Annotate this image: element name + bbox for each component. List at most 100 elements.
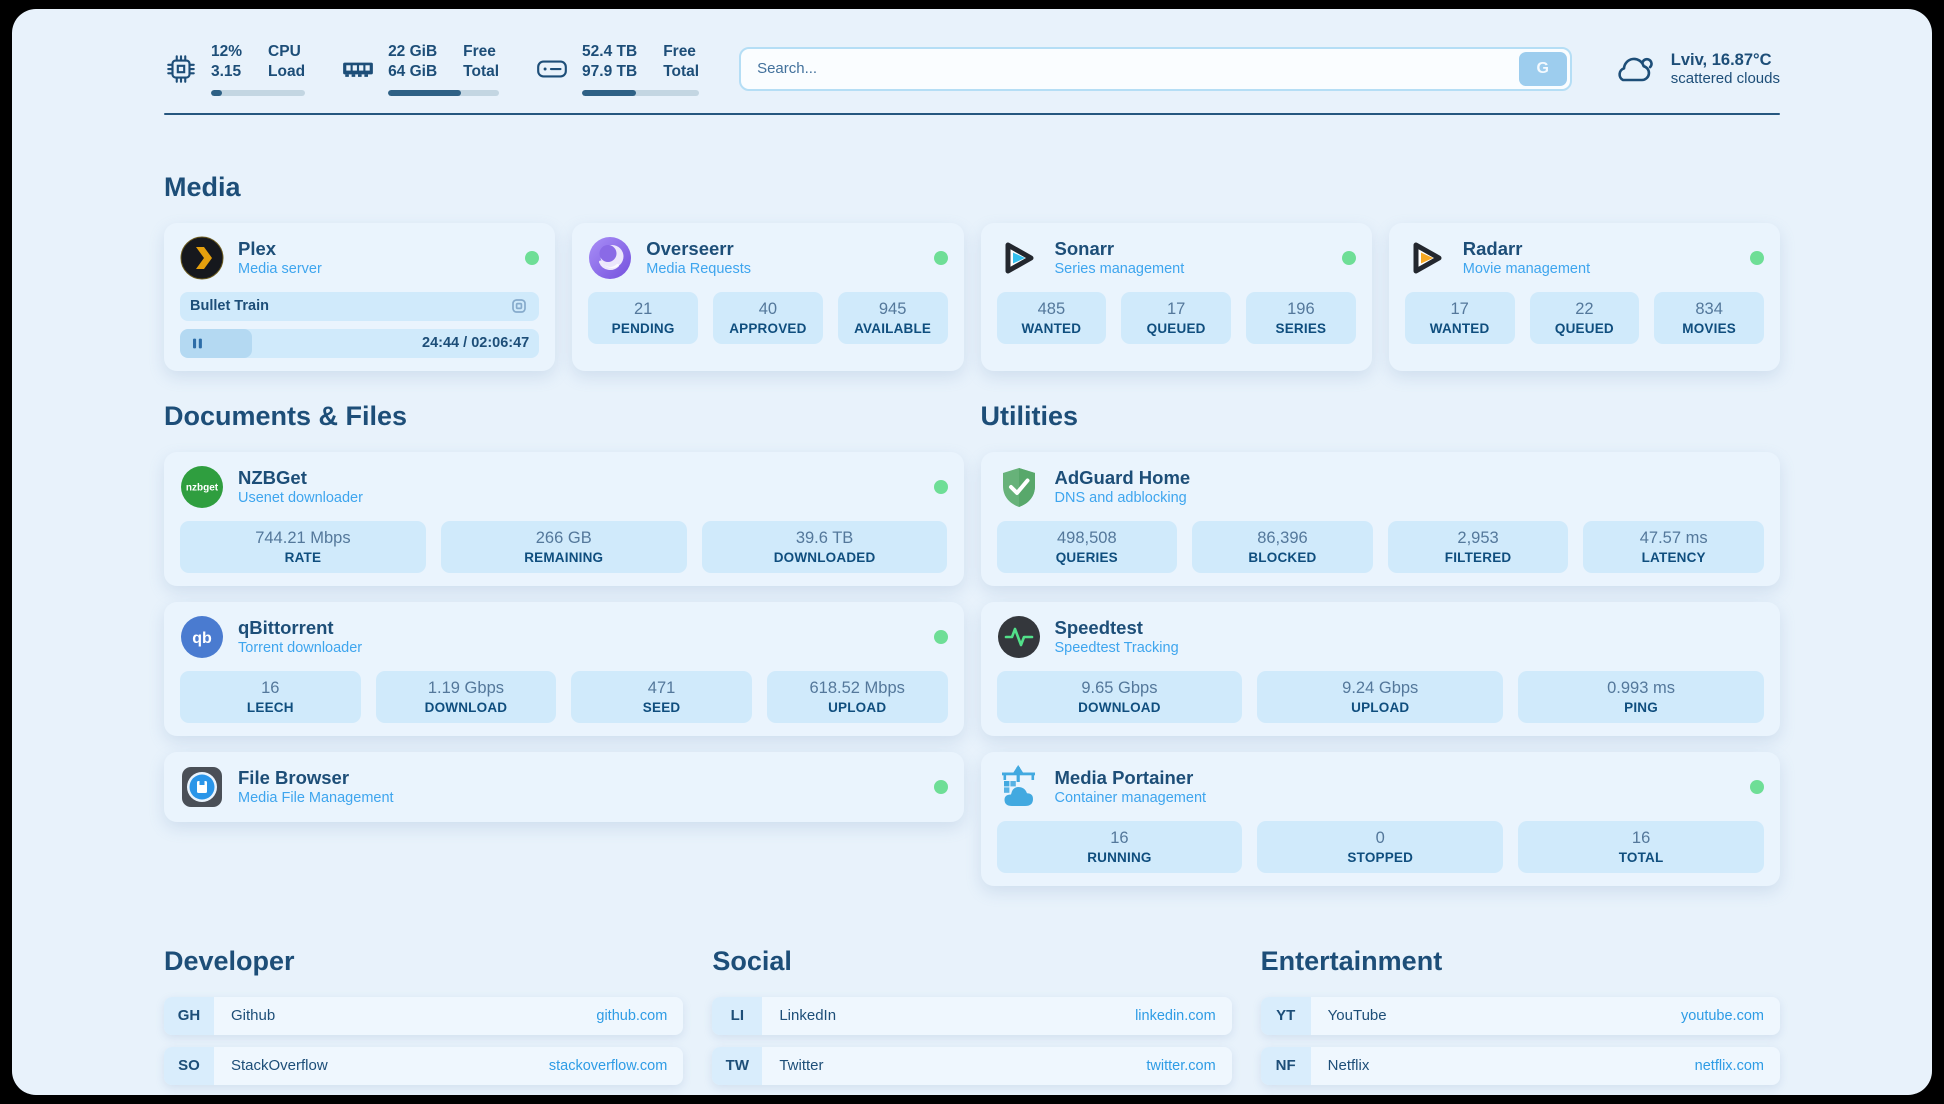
stat-queued: 22 QUEUED [1530, 292, 1640, 344]
stat-total: 16 TOTAL [1518, 821, 1764, 873]
media-grid: Plex Media server Bullet Train 24:44 [164, 223, 1780, 371]
app-card-qbittorrent[interactable]: qb qBittorrent Torrent downloader 16 LEE… [164, 602, 964, 736]
app-name: Plex [238, 237, 322, 260]
stat-value: 744.21 Mbps [255, 529, 350, 548]
app-description: Torrent downloader [238, 639, 362, 659]
utilities-column: AdGuard Home DNS and adblocking 498,508 … [981, 452, 1781, 886]
app-card-speedtest[interactable]: Speedtest Speedtest Tracking 9.65 Gbps D… [981, 602, 1781, 736]
stat-movies: 834 MOVIES [1654, 292, 1764, 344]
stat-value: 618.52 Mbps [809, 679, 904, 698]
bookmark-abbr: LI [712, 997, 762, 1035]
pause-icon [190, 336, 205, 351]
cpu-label-2: Load [268, 62, 305, 82]
stat-approved: 40 APPROVED [713, 292, 823, 344]
stat-value: 485 [1038, 300, 1066, 319]
qbittorrent-icon: qb [180, 615, 224, 659]
status-dot [934, 780, 948, 794]
bookmark-twitter[interactable]: TW Twitter twitter.com [712, 1047, 1231, 1085]
stat-value: 196 [1287, 300, 1315, 319]
app-card-filebrowser[interactable]: File Browser Media File Management [164, 752, 964, 822]
stat-filtered: 2,953 FILTERED [1388, 521, 1569, 573]
bookmark-abbr: YT [1261, 997, 1311, 1035]
stat-label: PENDING [612, 321, 675, 336]
app-name: Radarr [1463, 237, 1590, 260]
stat-value: 16 [1632, 829, 1650, 848]
cpu-progress-track [211, 90, 305, 96]
stat-value: 16 [261, 679, 279, 698]
search-engine-button[interactable]: G [1519, 52, 1567, 86]
app-description: Media File Management [238, 789, 394, 809]
section-title-documents: Documents & Files [164, 401, 964, 432]
cpu-stat: 12% 3.15 CPU Load [164, 42, 305, 96]
stat-label: SERIES [1276, 321, 1327, 336]
ram-total: 64 GiB [388, 62, 437, 82]
ram-stat: 22 GiB 64 GiB Free Total [341, 42, 499, 96]
top-bar: 12% 3.15 CPU Load [164, 9, 1780, 96]
bookmark-url: netflix.com [1695, 1058, 1780, 1074]
stat-label: LEECH [247, 700, 294, 715]
disk-free: 52.4 TB [582, 42, 637, 62]
stat-label: UPLOAD [1351, 700, 1409, 715]
bookmark-stackoverflow[interactable]: SO StackOverflow stackoverflow.com [164, 1047, 683, 1085]
stat-label: PING [1624, 700, 1658, 715]
cpu-icon [164, 52, 198, 86]
stat-label: BLOCKED [1248, 550, 1316, 565]
stat-pending: 21 PENDING [588, 292, 698, 344]
stat-label: REMAINING [524, 550, 603, 565]
cpu-loadavg: 3.15 [211, 62, 242, 82]
bookmark-github[interactable]: GH Github github.com [164, 997, 683, 1035]
app-card-portainer[interactable]: Media Portainer Container management 16 … [981, 752, 1781, 886]
search-input[interactable] [739, 47, 1572, 91]
app-card-nzbget[interactable]: nzbget NZBGet Usenet downloader 744.21 M… [164, 452, 964, 586]
stat-running: 16 RUNNING [997, 821, 1243, 873]
bookmark-url: twitter.com [1146, 1058, 1231, 1074]
section-title-utilities: Utilities [981, 401, 1781, 432]
app-card-sonarr[interactable]: Sonarr Series management 485 WANTED 17 Q… [981, 223, 1372, 371]
status-dot [525, 251, 539, 265]
cpu-label-1: CPU [268, 42, 305, 62]
app-name: Overseerr [646, 237, 751, 260]
app-card-radarr[interactable]: Radarr Movie management 17 WANTED 22 QUE… [1389, 223, 1780, 371]
bookmark-name: Netflix [1328, 1057, 1370, 1074]
nzbget-icon: nzbget [180, 465, 224, 509]
stat-value: 498,508 [1057, 529, 1117, 548]
status-dot [1750, 251, 1764, 265]
stat-label: RATE [285, 550, 322, 565]
section-title-entertainment: Entertainment [1261, 946, 1780, 977]
stat-label: APPROVED [729, 321, 806, 336]
bookmark-name: YouTube [1328, 1007, 1387, 1024]
app-card-adguard[interactable]: AdGuard Home DNS and adblocking 498,508 … [981, 452, 1781, 586]
stat-ping: 0.993 ms PING [1518, 671, 1764, 723]
ram-progress-fill [388, 90, 461, 96]
stat-value: 9.24 Gbps [1342, 679, 1418, 698]
stat-label: AVAILABLE [854, 321, 931, 336]
stat-value: 40 [759, 300, 777, 319]
stat-wanted: 17 WANTED [1405, 292, 1515, 344]
bookmark-netflix[interactable]: NF Netflix netflix.com [1261, 1047, 1780, 1085]
speedtest-icon [997, 615, 1041, 659]
bookmark-youtube[interactable]: YT YouTube youtube.com [1261, 997, 1780, 1035]
radarr-icon [1405, 236, 1449, 280]
stat-label: TOTAL [1619, 850, 1664, 865]
app-description: Series management [1055, 260, 1185, 280]
app-card-overseerr[interactable]: Overseerr Media Requests 21 PENDING 40 A… [572, 223, 963, 371]
bookmark-linkedin[interactable]: LI LinkedIn linkedin.com [712, 997, 1231, 1035]
app-name: NZBGet [238, 466, 363, 489]
stat-latency: 47.57 ms LATENCY [1583, 521, 1764, 573]
app-card-plex[interactable]: Plex Media server Bullet Train 24:44 [164, 223, 555, 371]
now-playing-title: Bullet Train [190, 298, 269, 314]
stat-value: 834 [1695, 300, 1723, 319]
cloud-icon [1612, 51, 1658, 87]
stat-label: QUERIES [1056, 550, 1118, 565]
stat-upload: 618.52 Mbps UPLOAD [767, 671, 948, 723]
stat-queued: 17 QUEUED [1121, 292, 1231, 344]
stat-label: QUEUED [1147, 321, 1206, 336]
app-description: Usenet downloader [238, 489, 363, 509]
stat-downloaded: 39.6 TB DOWNLOADED [702, 521, 948, 573]
status-dot [1342, 251, 1356, 265]
app-description: Container management [1055, 789, 1207, 809]
bookmark-group-entertainment: Entertainment YT YouTube youtube.com NF … [1261, 946, 1780, 1095]
disk-stat: 52.4 TB 97.9 TB Free Total [535, 42, 699, 96]
bookmark-group-developer: Developer GH Github github.com SO StackO… [164, 946, 683, 1095]
bookmark-name: StackOverflow [231, 1057, 328, 1074]
